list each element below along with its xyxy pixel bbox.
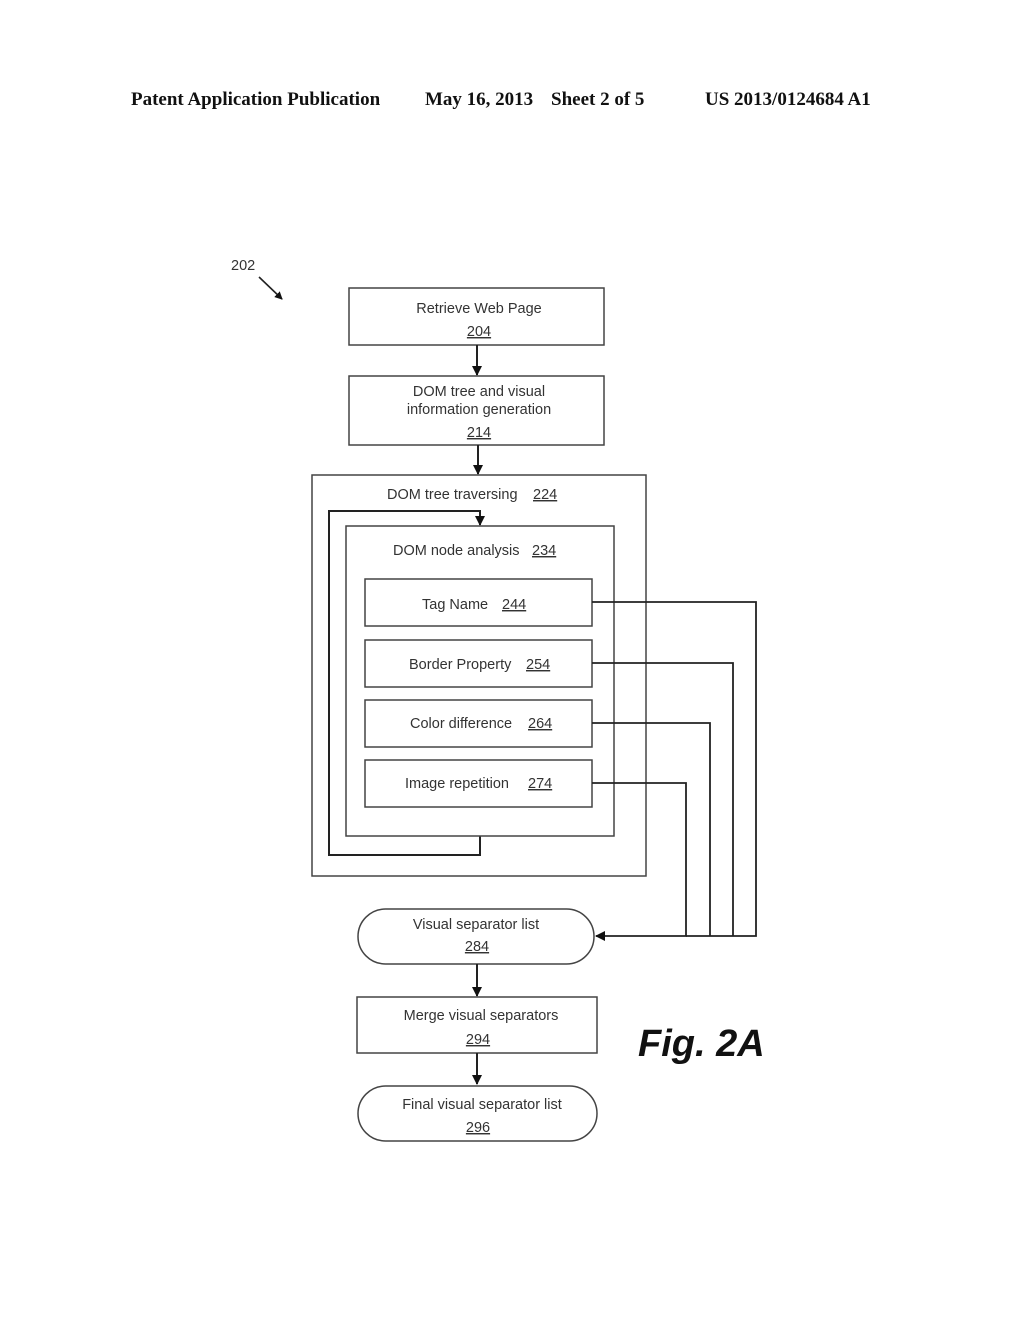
node-ref: 244 — [502, 597, 526, 613]
node-label: DOM node analysis — [393, 543, 520, 559]
node-color-difference: Color difference 264 — [364, 699, 593, 748]
node-label: Merge visual separators — [404, 1008, 559, 1024]
flowchart-diagram: 202 Retrieve Web Page 204 DOM tree and v… — [231, 258, 765, 1142]
node-tag-name: Tag Name 244 — [364, 578, 593, 627]
node-visual-separator-list: Visual separator list 284 — [357, 908, 595, 965]
node-label: DOM tree traversing — [387, 487, 518, 503]
node-image-repetition: Image repetition 274 — [364, 759, 593, 808]
node-ref: 234 — [532, 543, 556, 559]
figure-caption: Fig. 2A — [638, 1023, 765, 1065]
node-label: Tag Name — [422, 597, 488, 613]
node-ref: 214 — [467, 425, 491, 441]
node-label: Retrieve Web Page — [416, 301, 541, 317]
node-label-line1: DOM tree and visual — [413, 384, 545, 400]
node-final-visual-separator-list: Final visual separator list 296 — [357, 1085, 598, 1142]
node-label: Final visual separator list — [402, 1097, 562, 1113]
node-label: Border Property — [409, 657, 512, 673]
node-ref: 296 — [466, 1120, 490, 1136]
node-border-property: Border Property 254 — [364, 639, 593, 688]
node-ref: 224 — [533, 487, 557, 503]
node-ref: 284 — [465, 939, 489, 955]
node-ref: 204 — [467, 324, 491, 340]
node-ref: 254 — [526, 657, 550, 673]
node-label: Visual separator list — [413, 917, 539, 933]
node-label: Image repetition — [405, 776, 509, 792]
node-ref: 264 — [528, 716, 552, 732]
node-retrieve-web-page: Retrieve Web Page 204 — [348, 287, 605, 346]
node-dom-generation: DOM tree and visual information generati… — [348, 375, 605, 446]
node-ref: 294 — [466, 1032, 490, 1048]
node-merge-visual-separators: Merge visual separators 294 — [356, 996, 598, 1054]
figure-ref-label: 202 — [231, 258, 255, 274]
node-label: Color difference — [410, 716, 512, 732]
node-label-line2: information generation — [407, 402, 551, 418]
figure-ref-arrow — [258, 276, 283, 300]
node-ref: 274 — [528, 776, 552, 792]
